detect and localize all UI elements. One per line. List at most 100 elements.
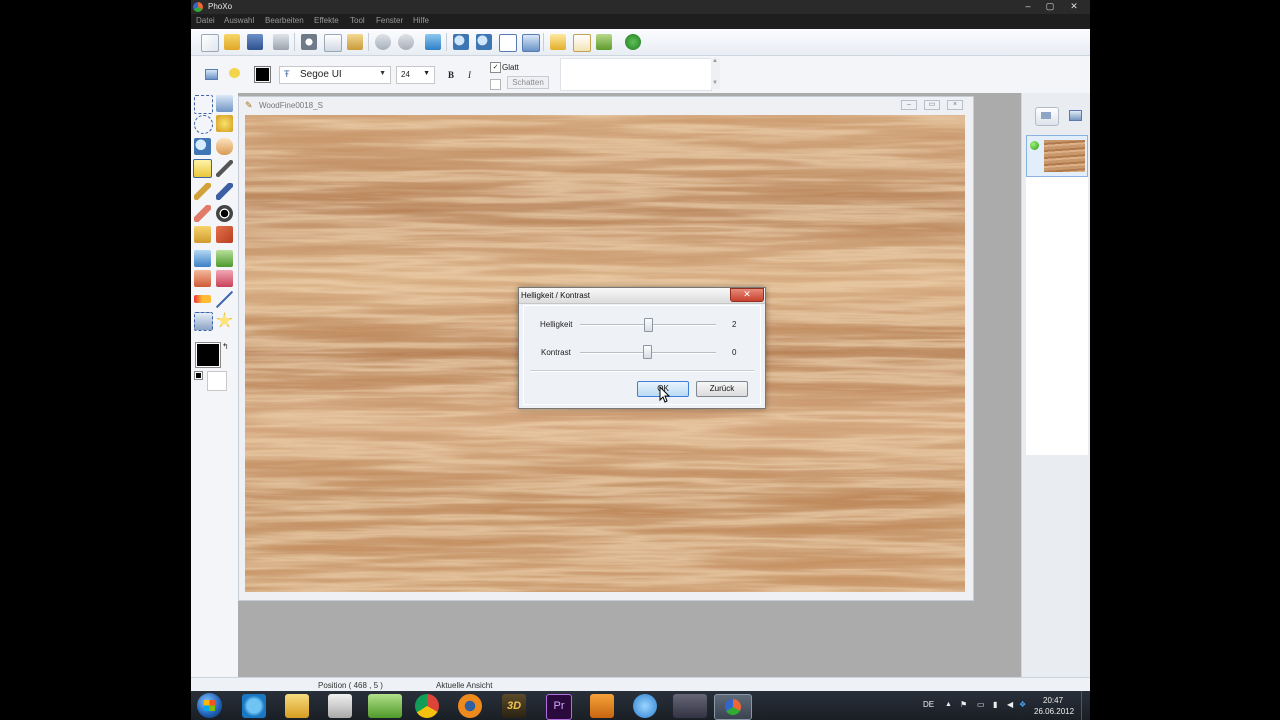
menu-hilfe[interactable]: Hilfe: [413, 16, 429, 25]
fit-window-icon[interactable]: [522, 34, 540, 52]
line-icon[interactable]: [216, 291, 233, 308]
paste-icon[interactable]: [347, 34, 363, 50]
pencil-icon[interactable]: [194, 183, 211, 200]
smooth-label: Glatt: [502, 63, 519, 72]
background-color-swatch[interactable]: [207, 371, 227, 391]
print-icon[interactable]: [273, 34, 289, 50]
show-hidden-icons-icon[interactable]: ▲: [945, 701, 952, 708]
italic-button[interactable]: I: [468, 70, 471, 80]
flag-icon[interactable]: ⚑: [960, 700, 967, 709]
minimize-button[interactable]: ‒: [1017, 0, 1039, 14]
redo-icon[interactable]: [398, 34, 414, 50]
clone-stamp-icon[interactable]: [194, 226, 211, 243]
file-explorer-icon[interactable]: [285, 694, 309, 718]
rect-select-icon[interactable]: [194, 95, 213, 114]
show-desktop-button[interactable]: [1081, 691, 1090, 720]
close-button[interactable]: ✕: [1063, 0, 1085, 14]
help-icon[interactable]: [625, 34, 641, 50]
menu-datei[interactable]: Datei: [196, 16, 215, 25]
chrome-icon[interactable]: [415, 694, 439, 718]
premiere-icon[interactable]: Pr: [546, 694, 572, 720]
doc-minimize-button[interactable]: –: [901, 100, 917, 110]
frame-icon[interactable]: [573, 34, 591, 52]
speech-bubble-icon[interactable]: [229, 68, 240, 78]
zoom-out-icon[interactable]: [476, 34, 492, 50]
network-icon[interactable]: ▮: [993, 700, 997, 709]
back-button[interactable]: Zurück: [696, 381, 748, 397]
stamp-icon[interactable]: [194, 270, 211, 287]
panel-info-icon[interactable]: [1069, 110, 1082, 121]
undo-icon[interactable]: [375, 34, 391, 50]
fill-bucket-icon[interactable]: [194, 250, 211, 267]
shape-star-icon[interactable]: [216, 312, 233, 328]
red-eye-icon[interactable]: [216, 226, 233, 243]
image-viewer-icon[interactable]: [368, 694, 402, 718]
language-indicator[interactable]: DE: [923, 700, 934, 709]
swap-colors-icon[interactable]: ↰: [222, 342, 229, 351]
reset-colors-icon[interactable]: [194, 371, 203, 380]
dodge-burn-icon[interactable]: [216, 205, 233, 222]
dropbox-icon[interactable]: ❖: [1019, 700, 1026, 709]
start-button[interactable]: [197, 693, 222, 718]
menu-bearbeiten[interactable]: Bearbeiten: [265, 16, 304, 25]
copy-icon[interactable]: [324, 34, 342, 52]
doc-maximize-button[interactable]: ▭: [924, 100, 940, 110]
terminal-icon[interactable]: [673, 694, 707, 718]
text-box-icon[interactable]: [205, 69, 218, 80]
text-tool-icon[interactable]: [193, 159, 212, 178]
save-icon[interactable]: [247, 34, 263, 50]
app-icon[interactable]: [590, 694, 614, 718]
blender-icon[interactable]: [458, 694, 482, 718]
actual-size-icon[interactable]: [499, 34, 517, 52]
clock-time[interactable]: 20:47: [1043, 696, 1063, 705]
eraser-icon[interactable]: [194, 205, 211, 222]
monitor-icon[interactable]: ▭: [977, 700, 985, 709]
favorite-star-icon[interactable]: [550, 34, 566, 50]
phoxo-taskbar-icon[interactable]: [714, 694, 752, 720]
doc-close-button[interactable]: ×: [947, 100, 963, 110]
3d-app-icon[interactable]: 3D: [502, 694, 526, 718]
shadow-button[interactable]: Schatten: [507, 76, 549, 89]
menu-tool[interactable]: Tool: [350, 16, 365, 25]
maximize-button[interactable]: ▢: [1039, 0, 1061, 14]
font-size-select[interactable]: 24 ▼: [396, 66, 435, 84]
text-color-swatch[interactable]: [254, 66, 271, 83]
internet-explorer-icon[interactable]: [242, 694, 266, 718]
contrast-slider-thumb[interactable]: [643, 345, 652, 359]
shadow-checkbox[interactable]: [490, 79, 501, 90]
batch-icon[interactable]: [596, 34, 612, 50]
hand-icon[interactable]: [216, 138, 233, 155]
thumbnail-item[interactable]: [1026, 135, 1088, 177]
dialog-close-button[interactable]: ✕: [730, 288, 764, 302]
brightness-slider-thumb[interactable]: [644, 318, 653, 332]
smooth-checkbox[interactable]: ✓: [490, 62, 501, 73]
cut-icon[interactable]: [301, 34, 317, 50]
network-app-icon[interactable]: [633, 694, 657, 718]
crop-icon[interactable]: [194, 312, 213, 331]
panel-layers-button[interactable]: [1035, 107, 1059, 126]
clock-date[interactable]: 26.06.2012: [1034, 707, 1074, 716]
move-icon[interactable]: [216, 95, 233, 112]
text-input-area[interactable]: [560, 58, 712, 91]
menu-effekte[interactable]: Effekte: [314, 16, 339, 25]
eyedropper-icon[interactable]: [216, 160, 233, 177]
menu-auswahl[interactable]: Auswahl: [224, 16, 254, 25]
media-player-icon[interactable]: [328, 694, 352, 718]
gradient-icon[interactable]: [194, 295, 211, 303]
menu-fenster[interactable]: Fenster: [376, 16, 403, 25]
foreground-color-swatch[interactable]: [195, 342, 221, 368]
new-file-icon[interactable]: [201, 34, 219, 52]
magic-wand-icon[interactable]: [216, 115, 233, 132]
refresh-icon[interactable]: [425, 34, 441, 50]
open-folder-icon[interactable]: [224, 34, 240, 50]
brush-icon[interactable]: [216, 183, 233, 200]
scissors-icon[interactable]: [216, 270, 233, 287]
zoom-tool-icon[interactable]: [194, 138, 211, 155]
color-replace-icon[interactable]: [216, 250, 233, 267]
volume-icon[interactable]: ◀: [1007, 700, 1013, 709]
lasso-select-icon[interactable]: [194, 115, 213, 134]
zoom-in-icon[interactable]: [453, 34, 469, 50]
font-family-select[interactable]: Ŧ Segoe UI ▼: [279, 66, 391, 84]
text-input-scrollbar[interactable]: ▲ ▼: [711, 58, 720, 89]
bold-button[interactable]: B: [448, 70, 454, 80]
